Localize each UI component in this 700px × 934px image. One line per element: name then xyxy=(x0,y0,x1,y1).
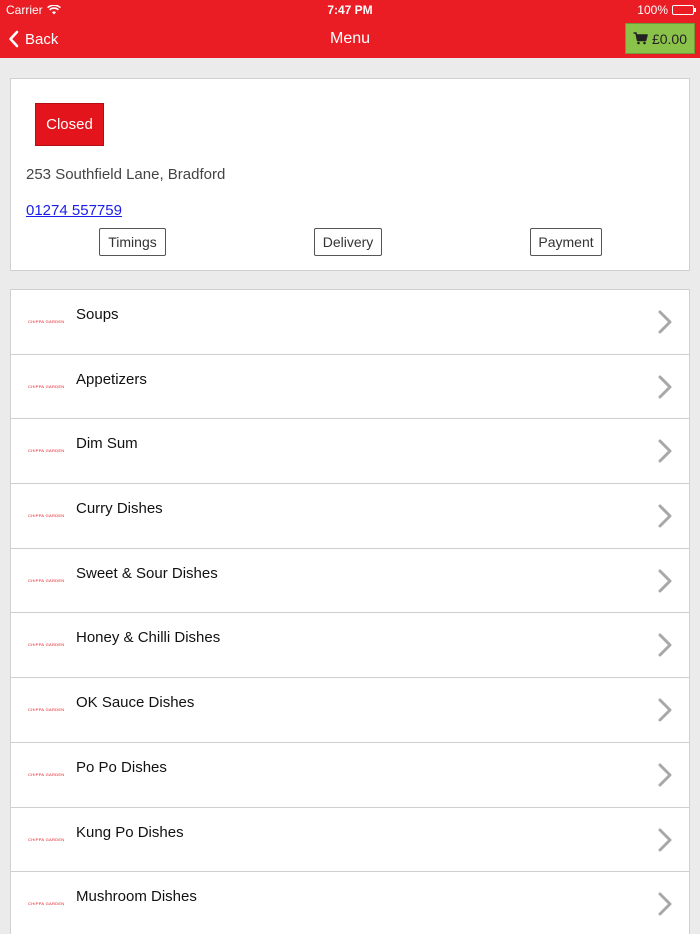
menu-category-row[interactable]: CHIPPA GARDEN Sweet & Sour Dishes xyxy=(11,549,689,614)
restaurant-logo: CHIPPA GARDEN xyxy=(28,448,65,454)
menu-category-label: Po Po Dishes xyxy=(76,758,167,776)
chevron-left-icon xyxy=(9,30,19,48)
chevron-right-icon xyxy=(658,633,672,657)
chevron-right-icon xyxy=(658,828,672,851)
menu-category-label: Mushroom Dishes xyxy=(76,888,197,906)
status-badge: Closed xyxy=(35,103,104,146)
menu-category-label: Appetizers xyxy=(76,370,147,388)
cart-total: £0.00 xyxy=(651,30,688,47)
app-header: Carrier 7:47 PM 100% Back Menu £0.00 xyxy=(0,0,700,58)
cart-button[interactable]: £0.00 xyxy=(625,23,695,54)
menu-category-row[interactable]: CHIPPA GARDEN Soups xyxy=(11,290,689,355)
menu-category-label: Sweet & Sour Dishes xyxy=(76,564,218,582)
menu-category-label: Soups xyxy=(76,306,119,323)
menu-category-label: OK Sauce Dishes xyxy=(76,694,195,712)
chevron-right-icon xyxy=(658,763,672,787)
menu-category-row[interactable]: CHIPPA GARDEN OK Sauce Dishes xyxy=(11,678,689,743)
timings-button[interactable]: Timings xyxy=(99,228,166,256)
restaurant-logo: CHIPPA GARDEN xyxy=(28,836,65,842)
restaurant-logo: CHIPPA GARDEN xyxy=(28,513,65,519)
battery-indicator: 100% xyxy=(637,3,696,17)
restaurant-logo: CHIPPA GARDEN xyxy=(28,642,65,648)
menu-category-label: Kung Po Dishes xyxy=(76,823,184,841)
battery-icon xyxy=(672,5,696,15)
chevron-right-icon xyxy=(658,310,672,334)
restaurant-logo: CHIPPA GARDEN xyxy=(28,319,65,324)
menu-category-row[interactable]: CHIPPA GARDEN Dim Sum xyxy=(11,419,689,485)
status-bar: Carrier 7:47 PM 100% xyxy=(0,0,700,20)
menu-category-label: Curry Dishes xyxy=(76,500,163,518)
chevron-right-icon xyxy=(658,504,672,528)
menu-category-row[interactable]: CHIPPA GARDEN Po Po Dishes xyxy=(11,743,689,808)
delivery-button[interactable]: Delivery xyxy=(314,228,382,256)
cart-icon xyxy=(633,32,648,45)
restaurant-logo: CHIPPA GARDEN xyxy=(28,771,65,777)
menu-category-row[interactable]: CHIPPA GARDEN Curry Dishes xyxy=(11,484,689,549)
chevron-right-icon xyxy=(658,698,672,722)
battery-percent: 100% xyxy=(637,3,668,17)
restaurant-info-card: Closed 253 Southfield Lane, Bradford 012… xyxy=(10,78,690,271)
payment-button[interactable]: Payment xyxy=(530,228,602,256)
menu-category-row[interactable]: CHIPPA GARDEN Appetizers xyxy=(11,355,689,420)
status-time: 7:47 PM xyxy=(327,3,373,17)
menu-category-label: Honey & Chilli Dishes xyxy=(76,629,221,647)
back-label: Back xyxy=(25,30,59,48)
menu-category-row[interactable]: CHIPPA GARDEN Mushroom Dishes xyxy=(11,872,689,934)
page-title: Menu xyxy=(329,30,371,47)
menu-category-row[interactable]: CHIPPA GARDEN Kung Po Dishes xyxy=(11,808,689,873)
back-button[interactable]: Back xyxy=(8,28,58,50)
menu-category-row[interactable]: CHIPPA GARDEN Honey & Chilli Dishes xyxy=(11,613,689,679)
restaurant-logo: CHIPPA GARDEN xyxy=(28,383,65,389)
restaurant-logo: CHIPPA GARDEN xyxy=(28,901,65,907)
restaurant-logo: CHIPPA GARDEN xyxy=(28,577,65,583)
chevron-right-icon xyxy=(658,569,672,593)
restaurant-logo: CHIPPA GARDEN xyxy=(28,707,65,713)
menu-category-list: CHIPPA GARDEN Soups CHIPPA GARDEN Appetizer… xyxy=(10,289,690,934)
chevron-right-icon xyxy=(658,439,672,463)
chevron-right-icon xyxy=(658,375,672,399)
restaurant-address: 253 Southfield Lane, Bradford xyxy=(26,166,226,183)
menu-category-label: Dim Sum xyxy=(76,435,138,453)
chevron-right-icon xyxy=(658,892,672,916)
phone-link[interactable]: 01274 557759 xyxy=(26,202,122,219)
